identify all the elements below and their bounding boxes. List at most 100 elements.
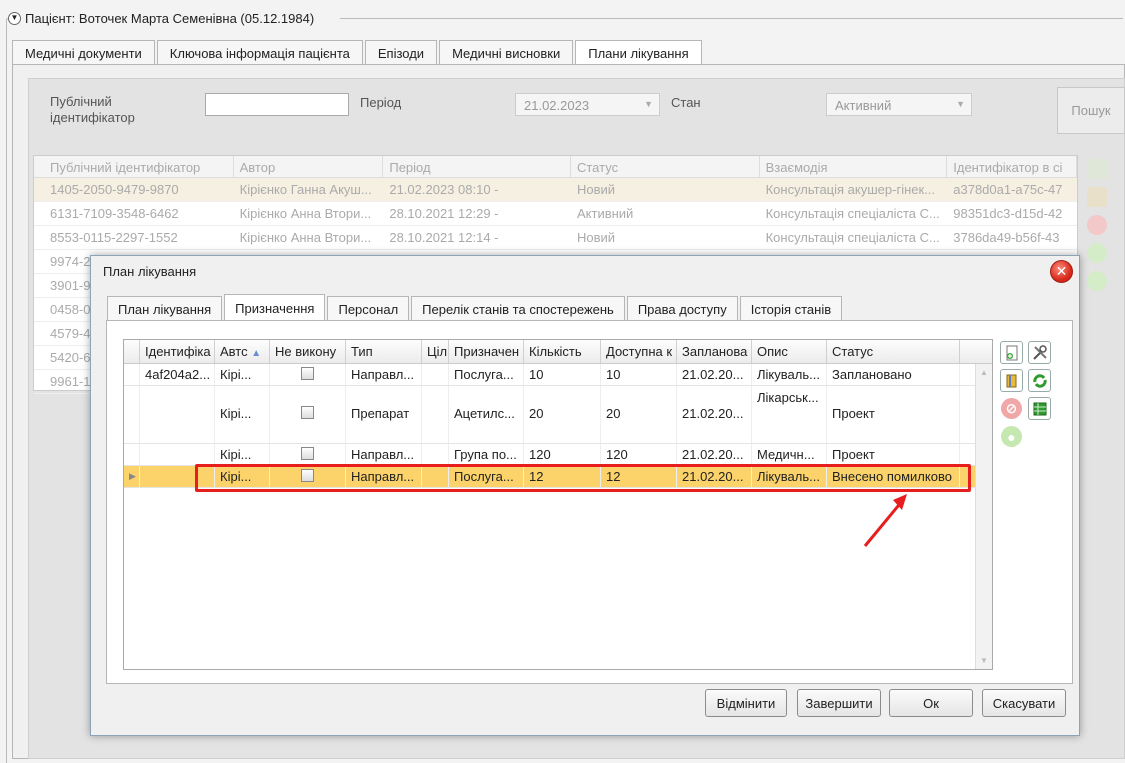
not-executed-checkbox-cell — [270, 444, 346, 465]
tab-assignments[interactable]: Призначення — [224, 294, 326, 321]
cell: Консультація акушер-гінек... — [765, 182, 936, 197]
chevron-down-icon[interactable]: ▼ — [8, 11, 21, 25]
cell-description: Лікуваль... — [752, 364, 827, 385]
cell-id — [140, 386, 215, 443]
column-header[interactable]: Ідентифікатор в сі — [947, 156, 1077, 177]
not-executed-checkbox[interactable] — [301, 447, 314, 460]
tools-icon[interactable] — [1028, 341, 1051, 364]
tab-access-rights[interactable]: Права доступу — [626, 296, 738, 321]
tab-medical-conclusions[interactable]: Медичні висновки — [439, 40, 574, 65]
cell-assigned: Послуга... — [449, 364, 524, 385]
scroll-up-icon[interactable]: ▲ — [980, 368, 988, 377]
not-executed-checkbox[interactable] — [301, 367, 314, 380]
cell: a378d0a1-a75c-47 — [953, 182, 1063, 197]
column-header[interactable]: Доступна к — [601, 340, 677, 363]
cell: 98351dc3-d15d-42 — [953, 206, 1063, 221]
not-executed-checkbox-cell — [270, 386, 346, 443]
search-button[interactable]: Пошук — [1057, 87, 1125, 134]
column-header[interactable]: Не викону — [270, 340, 346, 363]
add-icon[interactable] — [1087, 159, 1107, 179]
cell: 28.10.2021 12:29 - — [389, 206, 499, 221]
column-header[interactable]: Автор — [234, 156, 384, 177]
cell: 21.02.2023 08:10 - — [389, 182, 499, 197]
tab-plan[interactable]: План лікування — [107, 296, 223, 321]
cell-status: Заплановано — [827, 364, 960, 385]
start-icon[interactable]: ● — [1000, 425, 1023, 448]
cell-status: Проект — [827, 444, 960, 465]
patient-title: Пацієнт: Вοточек Марта Семенівна (05.12.… — [25, 10, 315, 26]
refresh-link-icon[interactable] — [1028, 369, 1051, 392]
column-header[interactable]: Опис — [752, 340, 827, 363]
sort-up-icon: ▲ — [251, 348, 262, 359]
column-label: Автс — [220, 344, 248, 359]
table-row[interactable]: 4af204a2... Кірі... Направл... Послуга..… — [124, 364, 992, 386]
cell-goal — [422, 444, 449, 465]
chevron-down-icon: ▼ — [644, 99, 653, 109]
cancel-icon[interactable]: ⊘ — [1000, 397, 1023, 420]
table-row[interactable]: 6131-7109-3548-6462 Кірієнко Анна Втори.… — [34, 202, 1077, 226]
column-header[interactable]: Публічний ідентифікатор — [34, 156, 234, 177]
cell-planned: 21.02.20... — [677, 364, 752, 385]
tab-conditions[interactable]: Перелік станів та спостережень — [411, 296, 625, 321]
annotation-arrow-icon — [863, 494, 907, 547]
column-header[interactable]: Взаємодія — [760, 156, 948, 177]
column-header[interactable]: Ціл — [422, 340, 449, 363]
public-id-input[interactable] — [205, 93, 349, 116]
column-header[interactable]: Автс ▲ — [215, 340, 270, 363]
row-indicator-header — [124, 340, 140, 363]
tab-treatment-plans[interactable]: Плани лікування — [575, 40, 702, 66]
cancel-button[interactable]: Скасувати — [982, 689, 1066, 717]
column-header[interactable]: Період — [383, 156, 571, 177]
grid-scrollbar[interactable]: ▲ ▼ — [975, 364, 992, 669]
cell-description: Лікарськ... — [752, 386, 827, 443]
column-header[interactable]: Статус — [827, 340, 960, 363]
cell-description: Медичн... — [752, 444, 827, 465]
revoke-button[interactable]: Відмінити — [705, 689, 787, 717]
period-input[interactable]: 21.02.2023 ▼ — [515, 93, 660, 116]
column-header[interactable]: Запланова — [677, 340, 752, 363]
not-executed-checkbox[interactable] — [301, 406, 314, 419]
public-id-label: Публічний ідентифікатор — [50, 94, 135, 125]
spreadsheet-icon[interactable] — [1028, 397, 1051, 420]
edit-icon[interactable] — [1087, 187, 1107, 207]
cell: Консультація спеціаліста С... — [765, 230, 940, 245]
patient-header: ▼ Пацієнт: Вοточек Марта Семенівна (05.1… — [8, 7, 314, 29]
cell-qty: 120 — [524, 444, 601, 465]
row-pointer-icon: ▶ — [124, 466, 140, 487]
scroll-down-icon[interactable]: ▼ — [980, 656, 988, 665]
table-row[interactable]: Кірі... Направл... Група по... 120 120 2… — [124, 444, 992, 466]
cancel-icon[interactable] — [1087, 215, 1107, 235]
tab-medical-documents[interactable]: Медичні документи — [12, 40, 155, 65]
table-row[interactable]: 1405-2050-9479-9870 Кірієнко Ганна Акуш.… — [34, 178, 1077, 202]
start-icon[interactable] — [1087, 271, 1107, 291]
table-row[interactable]: Кірі... Препарат Ацетилс... 20 20 21.02.… — [124, 386, 992, 444]
book-icon[interactable] — [1000, 369, 1023, 392]
column-header[interactable]: Ідентифіка — [140, 340, 215, 363]
tab-key-info[interactable]: Ключова інформація пацієнта — [156, 40, 363, 65]
tab-staff[interactable]: Персонал — [327, 296, 410, 321]
column-header[interactable]: Кількість — [524, 340, 601, 363]
cell-assigned: Група по... — [449, 444, 524, 465]
column-header[interactable]: Призначен — [449, 340, 524, 363]
cell: 6131-7109-3548-6462 — [50, 206, 179, 221]
row-indicator — [124, 444, 140, 465]
cell-available: 20 — [601, 386, 677, 443]
complete-button[interactable]: Завершити — [797, 689, 881, 717]
tab-episodes[interactable]: Епізоди — [364, 40, 438, 65]
cell-type: Препарат — [346, 386, 422, 443]
complete-icon[interactable] — [1087, 243, 1107, 263]
add-document-icon[interactable] — [1000, 341, 1023, 364]
table-row[interactable]: 8553-0115-2297-1552 Кірієнко Анна Втори.… — [34, 226, 1077, 250]
ok-button[interactable]: Ок — [889, 689, 973, 717]
column-header[interactable]: Тип — [346, 340, 422, 363]
cell: Кірієнко Анна Втори... — [239, 230, 372, 245]
cell-goal — [422, 364, 449, 385]
dialog-tabs: План лікування Призначення Персонал Пере… — [107, 294, 844, 321]
state-select[interactable]: Активний ▼ — [826, 93, 972, 116]
tab-state-history[interactable]: Історія станів — [739, 296, 843, 321]
close-icon[interactable]: ✕ — [1050, 260, 1073, 283]
cell-author: Кірі... — [215, 386, 270, 443]
patient-groupbox-border — [6, 18, 8, 763]
column-header[interactable]: Статус — [571, 156, 760, 177]
cell: 1405-2050-9479-9870 — [50, 182, 179, 197]
